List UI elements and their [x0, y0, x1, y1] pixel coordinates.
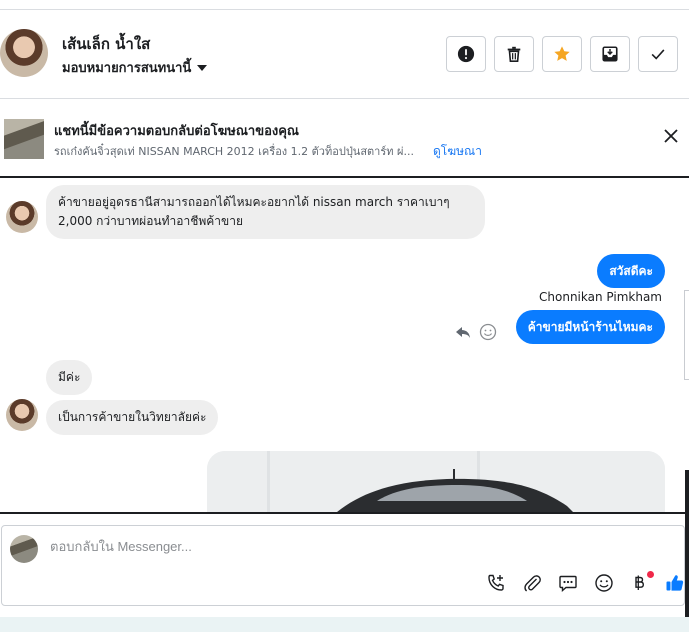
thumbs-up-icon [666, 575, 684, 591]
notification-dot [647, 571, 654, 578]
mark-spam-button[interactable] [446, 36, 486, 72]
ad-reply-banner: แชทนี้มีข้อความตอบกลับต่อโฆษณาของคุณ รถเ… [0, 100, 689, 178]
paperclip-icon [524, 575, 541, 592]
message-thread[interactable]: ค้าขายอยู่อุดรธานีสามารถออกได้ไหมคะอยากไ… [0, 180, 686, 512]
ad-banner-subtitle: รถเก๋งคันจิ๋วสุดเท่ NISSAN MARCH 2012 เค… [54, 145, 414, 158]
chevron-down-icon [197, 64, 208, 71]
smiley-icon [479, 323, 497, 341]
close-icon [664, 129, 678, 143]
outgoing-message[interactable]: สวัสดีคะ [597, 254, 665, 288]
smiley-icon [595, 574, 613, 592]
reply-composer [1, 525, 685, 606]
star-button[interactable] [542, 36, 582, 72]
reply-arrow-icon [456, 327, 470, 338]
alert-icon [457, 45, 475, 63]
contact-avatar-small [6, 201, 38, 233]
conversation-header: เส้นเล็ก น้ำใส มอบหมายการสนทนานี้ [0, 10, 689, 99]
close-banner-button[interactable] [664, 128, 678, 147]
archive-inbox-icon [602, 46, 618, 62]
image-message[interactable] [207, 451, 665, 512]
assign-conversation-dropdown[interactable]: มอบหมายการสนทนานี้ [62, 57, 208, 78]
page-avatar [10, 535, 38, 563]
baht-icon [635, 575, 645, 590]
trash-icon [507, 46, 521, 63]
ad-banner-title: แชทนี้มีข้อความตอบกลับต่อโฆษณาของคุณ [54, 124, 299, 139]
call-button[interactable] [485, 572, 507, 594]
footer-strip [0, 617, 689, 632]
react-button[interactable] [479, 323, 497, 341]
assign-label: มอบหมายการสนทนานี้ [62, 61, 192, 76]
saved-replies-button[interactable] [557, 572, 579, 594]
send-like-button[interactable] [664, 572, 686, 594]
contact-avatar-small [6, 399, 38, 431]
check-icon [651, 49, 665, 60]
delete-button[interactable] [494, 36, 534, 72]
mark-done-button[interactable] [638, 36, 678, 72]
ad-thumbnail[interactable] [4, 119, 44, 159]
car-photo [207, 451, 665, 512]
view-ad-link[interactable]: ดูโฆษณา [433, 142, 482, 161]
star-icon [554, 46, 570, 61]
divider [0, 512, 686, 514]
scrollbar[interactable] [685, 470, 689, 625]
emoji-button[interactable] [593, 572, 615, 594]
side-panel-edge [684, 290, 689, 380]
move-to-inbox-button[interactable] [590, 36, 630, 72]
reply-input[interactable] [50, 539, 610, 554]
messenger-conversation: เส้นเล็ก น้ำใส มอบหมายการสนทนานี้ แชทนี้… [0, 0, 689, 632]
payment-button[interactable] [627, 572, 649, 594]
incoming-message[interactable]: ค้าขายอยู่อุดรธานีสามารถออกได้ไหมคะอยากไ… [46, 185, 485, 239]
chat-bubble-icon [559, 575, 577, 593]
outgoing-message[interactable]: ค้าขายมีหน้าร้านไหมคะ [515, 310, 665, 344]
incoming-message[interactable]: เป็นการค้าขายในวิทยาลัยค่ะ [46, 400, 219, 435]
phone-plus-icon [488, 574, 504, 591]
reply-button[interactable] [455, 324, 471, 340]
incoming-message[interactable]: มีค่ะ [46, 360, 93, 395]
contact-name[interactable]: เส้นเล็ก น้ำใส [62, 32, 150, 56]
contact-avatar[interactable] [0, 29, 48, 77]
sender-name: Chonnikan Pimkham [539, 290, 662, 304]
attach-button[interactable] [521, 572, 543, 594]
